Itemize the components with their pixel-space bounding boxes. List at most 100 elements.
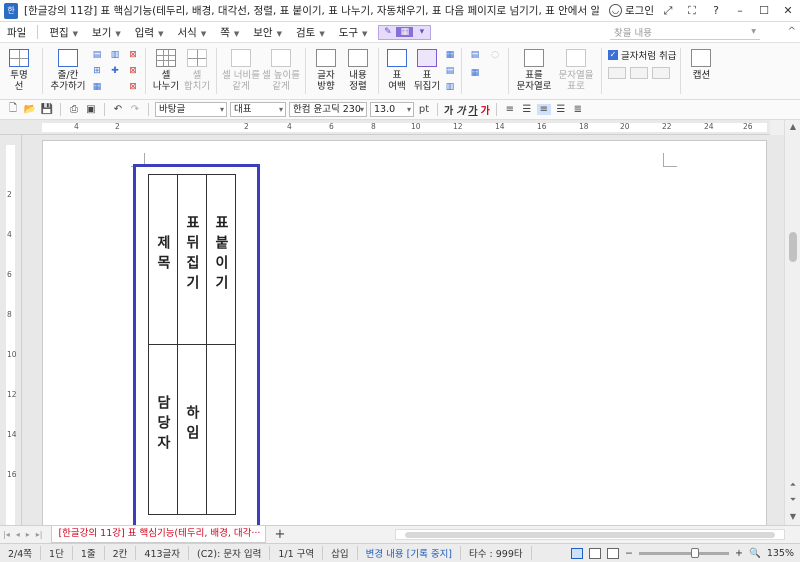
expand-icon[interactable]: ⛶ — [680, 4, 704, 18]
font-select[interactable]: 한컴 윤고딕 230 — [289, 102, 367, 117]
zoom-out-icon[interactable]: − — [625, 548, 633, 559]
zoom-search-icon[interactable]: 🔍 — [749, 548, 761, 559]
bold-button[interactable]: 가 — [444, 102, 453, 117]
ribbon-collapse-icon[interactable]: ^ — [788, 26, 796, 37]
minimize-button[interactable]: – — [728, 4, 752, 18]
vertical-scrollbar[interactable]: ▲ ⏶ ⏷ ▼ — [784, 120, 800, 525]
insert-row-col-button[interactable]: 줄/칸 추가하기 — [47, 43, 89, 92]
table-layout-icon[interactable]: ▦ — [396, 27, 414, 37]
caption-button[interactable]: 캡션 — [685, 43, 717, 81]
delete-cell-icon[interactable]: ⊠ — [125, 80, 141, 94]
help-icon[interactable]: ? — [704, 4, 728, 18]
status-track-changes[interactable]: 변경 내용 [기록 중지] — [358, 546, 462, 560]
insert-above-icon[interactable]: ▤ — [89, 48, 105, 62]
align-right-icon[interactable]: ☰ — [554, 104, 568, 115]
vertical-ruler[interactable]: 2 4 6 8 10 12 14 16 — [0, 135, 22, 525]
italic-button[interactable]: 가 — [456, 102, 465, 117]
text-to-table-button[interactable]: 문자열을 표로 — [555, 43, 597, 92]
table-margin-button[interactable]: 표 여백 — [383, 43, 411, 92]
table-context-tabs[interactable]: ✎ ▦ ▾ — [378, 24, 432, 40]
menu-page[interactable]: 쪽 ▼ — [213, 25, 246, 40]
menu-insert[interactable]: 입력 ▼ — [128, 25, 171, 40]
cell-pattern-gallery[interactable] — [608, 67, 676, 79]
preview-icon[interactable]: ▣ — [84, 104, 98, 115]
fullscreen-icon[interactable]: ⤢ — [656, 4, 680, 18]
font-size-input[interactable]: 13.0 — [370, 102, 414, 117]
tab-first-icon[interactable]: |◂ — [0, 530, 13, 539]
equal-width-button[interactable]: 셀 너비를 같게 — [221, 43, 261, 92]
table-calc-icon[interactable]: ▤ — [443, 64, 457, 78]
print-icon[interactable]: ⎙ — [67, 104, 81, 115]
delete-row-icon[interactable]: ⊠ — [125, 48, 141, 62]
search-input[interactable]: 찾을 내용 ▾ — [610, 24, 760, 40]
menu-file[interactable]: 파일 — [0, 25, 33, 40]
pattern-swatch[interactable] — [608, 67, 626, 79]
delete-col-icon[interactable]: ⊠ — [125, 64, 141, 78]
tab-last-icon[interactable]: ▸| — [33, 530, 46, 539]
menu-review[interactable]: 검토 ▼ — [289, 25, 332, 40]
open-folder-icon[interactable]: 📂 — [23, 104, 37, 115]
add-tab-button[interactable]: + — [274, 527, 285, 542]
undo-icon[interactable]: ↶ — [111, 104, 125, 115]
menu-format[interactable]: 서식 ▼ — [170, 25, 213, 40]
maximize-button[interactable]: ☐ — [752, 4, 776, 18]
scroll-thumb[interactable] — [789, 232, 797, 262]
page-view-icon[interactable] — [571, 547, 584, 559]
align-left-icon[interactable]: ☰ — [520, 104, 534, 115]
align-distribute-icon[interactable]: ≣ — [571, 104, 585, 115]
merge-cell-button[interactable]: 셀 합치기 — [182, 43, 212, 92]
insert-cross-icon[interactable]: ✚ — [107, 64, 123, 78]
document-area[interactable]: 제목 표뒤집기 표붙이기 담당자 하임 — [22, 135, 784, 525]
flip-table-button[interactable]: 표 뒤집기 — [411, 43, 443, 92]
transparent-line-button[interactable]: 투명 선 — [0, 43, 38, 92]
style-select[interactable]: 바탕글 — [155, 102, 227, 117]
new-doc-icon[interactable]: 🗋 — [6, 101, 20, 118]
insert-left-icon[interactable]: ⊞ — [89, 64, 105, 78]
next-page-icon[interactable]: ⏷ — [785, 495, 800, 505]
pattern-swatch[interactable] — [652, 67, 670, 79]
menu-edit[interactable]: 편집 ▼ — [42, 25, 85, 40]
scroll-up-icon[interactable]: ▲ — [785, 122, 800, 131]
chevron-down-icon[interactable]: ▾ — [413, 27, 430, 37]
menu-security[interactable]: 보안 ▼ — [246, 25, 289, 40]
document-page[interactable]: 제목 표뒤집기 표붙이기 담당자 하임 — [42, 140, 767, 525]
status-page[interactable]: 2/4쪽 — [0, 546, 42, 560]
table-formula-icon[interactable]: ▥ — [443, 80, 457, 94]
redo-icon[interactable]: ↷ — [128, 104, 142, 115]
document-tab[interactable]: [한글강의 11강] 표 핵심기능(테두리, 배경, 대각··· — [51, 526, 267, 543]
tab-next-icon[interactable]: ▸ — [23, 530, 33, 539]
tab-prev-icon[interactable]: ◂ — [13, 530, 23, 539]
align-justify-icon[interactable]: ≡ — [503, 104, 517, 115]
menu-tools[interactable]: 도구 ▼ — [332, 25, 375, 40]
zoom-slider[interactable] — [639, 547, 730, 558]
table-prop-icon[interactable]: ▦ — [443, 48, 457, 62]
insert-below-icon[interactable]: ▦ — [89, 80, 105, 94]
horizontal-ruler[interactable]: 4 2 2 4 6 8 10 12 14 16 18 20 22 24 26 — [22, 120, 770, 135]
login-button[interactable]: ◡ 로그인 — [609, 3, 654, 18]
equal-height-button[interactable]: 셀 높이를 같게 — [261, 43, 301, 92]
status-insert[interactable]: 삽입 — [323, 546, 358, 560]
prev-page-icon[interactable]: ⏶ — [785, 480, 800, 490]
keep-char-checkbox[interactable]: ✓ 글자처럼 취급 — [608, 48, 676, 62]
scroll-thumb[interactable] — [405, 532, 775, 538]
language-select[interactable]: 대표 — [230, 102, 286, 117]
cell-border-icon[interactable]: ▤ — [466, 48, 484, 64]
content-align-button[interactable]: 내용 정렬 — [342, 43, 374, 92]
pattern-swatch[interactable] — [630, 67, 648, 79]
cell-fill-icon[interactable]: ◌ — [486, 48, 504, 64]
table-design-icon[interactable]: ✎ — [379, 27, 396, 37]
draft-view-icon[interactable] — [607, 547, 620, 559]
zoom-slider-knob[interactable] — [691, 547, 700, 558]
underline-button[interactable]: 가 — [468, 102, 477, 117]
font-color-button[interactable]: 가 — [481, 102, 490, 117]
cell-shade-icon[interactable]: ▦ — [466, 66, 484, 82]
web-view-icon[interactable] — [589, 547, 602, 559]
insert-right-icon[interactable]: ▥ — [107, 48, 123, 62]
save-icon[interactable]: 💾 — [40, 104, 54, 115]
horizontal-scrollbar[interactable] — [395, 529, 785, 540]
zoom-in-icon[interactable]: + — [735, 548, 743, 559]
close-button[interactable]: ✕ — [776, 4, 800, 18]
split-cell-button[interactable]: 셀 나누기 — [150, 43, 182, 92]
scroll-down-icon[interactable]: ▼ — [785, 512, 800, 521]
table-to-text-button[interactable]: 표를 문자열로 — [513, 43, 555, 92]
